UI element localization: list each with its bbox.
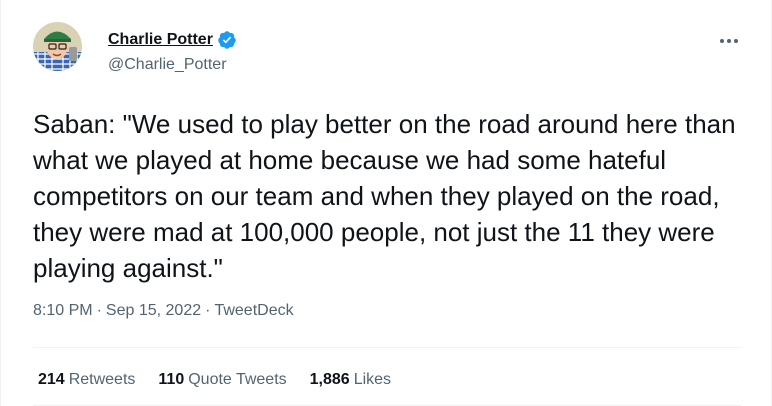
tweet-time[interactable]: 8:10 PM	[33, 302, 93, 320]
retweets-count: 214	[38, 371, 65, 388]
avatar[interactable]	[33, 22, 82, 71]
divider	[33, 347, 741, 348]
author-display-name[interactable]: Charlie Potter	[108, 31, 213, 49]
quote-tweets-count: 110	[158, 371, 185, 388]
tweet-meta: 8:10 PM · Sep 15, 2022 · TweetDeck	[33, 302, 294, 320]
more-options-icon[interactable]	[714, 29, 744, 53]
meta-separator: ·	[96, 302, 102, 319]
likes-count: 1,886	[309, 371, 350, 388]
tweet-card: Charlie Potter @Charlie_Potter Saban: "W…	[0, 0, 772, 406]
meta-separator: ·	[205, 302, 211, 319]
quote-tweets-label: Quote Tweets	[188, 371, 287, 388]
retweets-stat[interactable]: 214 Retweets	[38, 371, 135, 389]
likes-label: Likes	[353, 371, 392, 388]
tweet-stats: 214 Retweets 110 Quote Tweets 1,886 Like…	[38, 371, 391, 389]
tweet-text: Saban: "We used to play better on the ro…	[33, 109, 736, 283]
author-handle[interactable]: @Charlie_Potter	[108, 56, 227, 74]
author-name-row: Charlie Potter	[108, 30, 237, 50]
tweet-source[interactable]: TweetDeck	[214, 302, 293, 320]
verified-badge-icon	[217, 30, 237, 50]
tweet-date[interactable]: Sep 15, 2022	[106, 302, 201, 320]
likes-stat[interactable]: 1,886 Likes	[310, 371, 391, 389]
retweets-label: Retweets	[68, 371, 136, 388]
quote-tweets-stat[interactable]: 110 Quote Tweets	[158, 371, 286, 389]
